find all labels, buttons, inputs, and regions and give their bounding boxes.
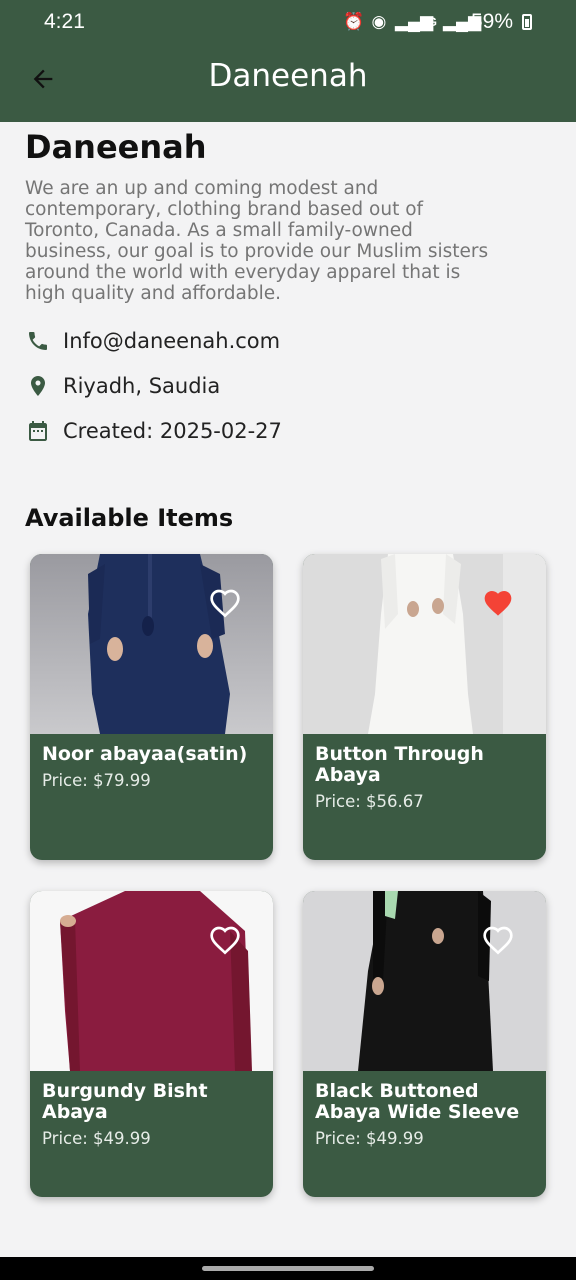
product-name: Noor abayaa(satin)	[42, 743, 248, 765]
status-icons: ⏰ ◉ ▂▄▆ 4G ▂▄▆ 59%	[343, 10, 532, 34]
description-line: We are an up and coming modest and	[25, 178, 379, 199]
description-line: Toronto, Canada. As a small family-owned	[25, 220, 413, 241]
phone-icon	[25, 328, 51, 354]
description-line: around the world with everyday apparel t…	[25, 262, 461, 283]
calendar-icon	[25, 418, 51, 444]
battery-percent: 59%	[470, 10, 513, 33]
product-card[interactable]: Button Through Abaya Price: $56.67	[303, 554, 546, 860]
product-info: Button Through Abaya Price: $56.67	[303, 734, 546, 860]
product-card[interactable]: Black Buttoned Abaya Wide Sleeve Price: …	[303, 891, 546, 1197]
product-image	[303, 891, 546, 1071]
created-row: Created: 2025-02-27	[25, 418, 282, 444]
product-card[interactable]: Burgundy Bisht Abaya Price: $49.99	[30, 891, 273, 1197]
product-name: Black Buttoned Abaya Wide Sleeve	[315, 1080, 520, 1123]
product-info: Black Buttoned Abaya Wide Sleeve Price: …	[303, 1071, 546, 1197]
available-items-title: Available Items	[25, 504, 234, 532]
system-nav-bar	[0, 1257, 576, 1280]
description-line: contemporary, clothing brand based out o…	[25, 199, 424, 220]
store-email: Info@daneenah.com	[63, 329, 281, 353]
product-price: Price: $49.99	[315, 1129, 424, 1148]
product-price: Price: $56.67	[315, 792, 424, 811]
battery-icon	[522, 14, 532, 30]
status-bar: 4:21 ⏰ ◉ ▂▄▆ 4G ▂▄▆ 59%	[0, 0, 576, 44]
store-description: We are an up and coming modest and conte…	[25, 178, 555, 304]
email-row[interactable]: Info@daneenah.com	[25, 328, 280, 354]
heart-outline-icon[interactable]	[209, 588, 241, 618]
product-name: Button Through Abaya	[315, 743, 484, 786]
app-bar-title: Daneenah	[208, 58, 368, 94]
store-location: Riyadh, Saudia	[63, 374, 221, 398]
hotspot-icon: ◉	[371, 12, 387, 31]
signal-icon-2: ▂▄▆	[442, 12, 482, 31]
status-time: 4:21	[44, 10, 85, 33]
store-created-date: Created: 2025-02-27	[63, 419, 282, 443]
heart-outline-icon[interactable]	[209, 925, 241, 955]
product-price: Price: $79.99	[42, 771, 151, 790]
product-price: Price: $49.99	[42, 1129, 151, 1148]
location-row: Riyadh, Saudia	[25, 373, 220, 399]
heart-filled-icon[interactable]	[482, 588, 514, 618]
home-indicator[interactable]	[202, 1266, 374, 1271]
product-image	[303, 554, 546, 734]
network-type: 4G	[420, 15, 437, 29]
product-image	[30, 891, 273, 1071]
product-image	[30, 554, 273, 734]
product-info: Noor abayaa(satin) Price: $79.99	[30, 734, 273, 860]
store-name: Daneenah	[25, 128, 207, 166]
location-pin-icon	[25, 373, 51, 399]
product-card[interactable]: Noor abayaa(satin) Price: $79.99	[30, 554, 273, 860]
heart-outline-icon[interactable]	[482, 925, 514, 955]
description-line: business, our goal is to provide our Mus…	[25, 241, 489, 262]
app-header: 4:21 ⏰ ◉ ▂▄▆ 4G ▂▄▆ 59% Daneenah	[0, 0, 576, 122]
product-info: Burgundy Bisht Abaya Price: $49.99	[30, 1071, 273, 1197]
signal-icon: ▂▄▆	[394, 12, 434, 31]
alarm-icon: ⏰	[342, 12, 365, 31]
product-name: Burgundy Bisht Abaya	[42, 1080, 208, 1123]
description-line: high quality and affordable.	[25, 283, 281, 304]
